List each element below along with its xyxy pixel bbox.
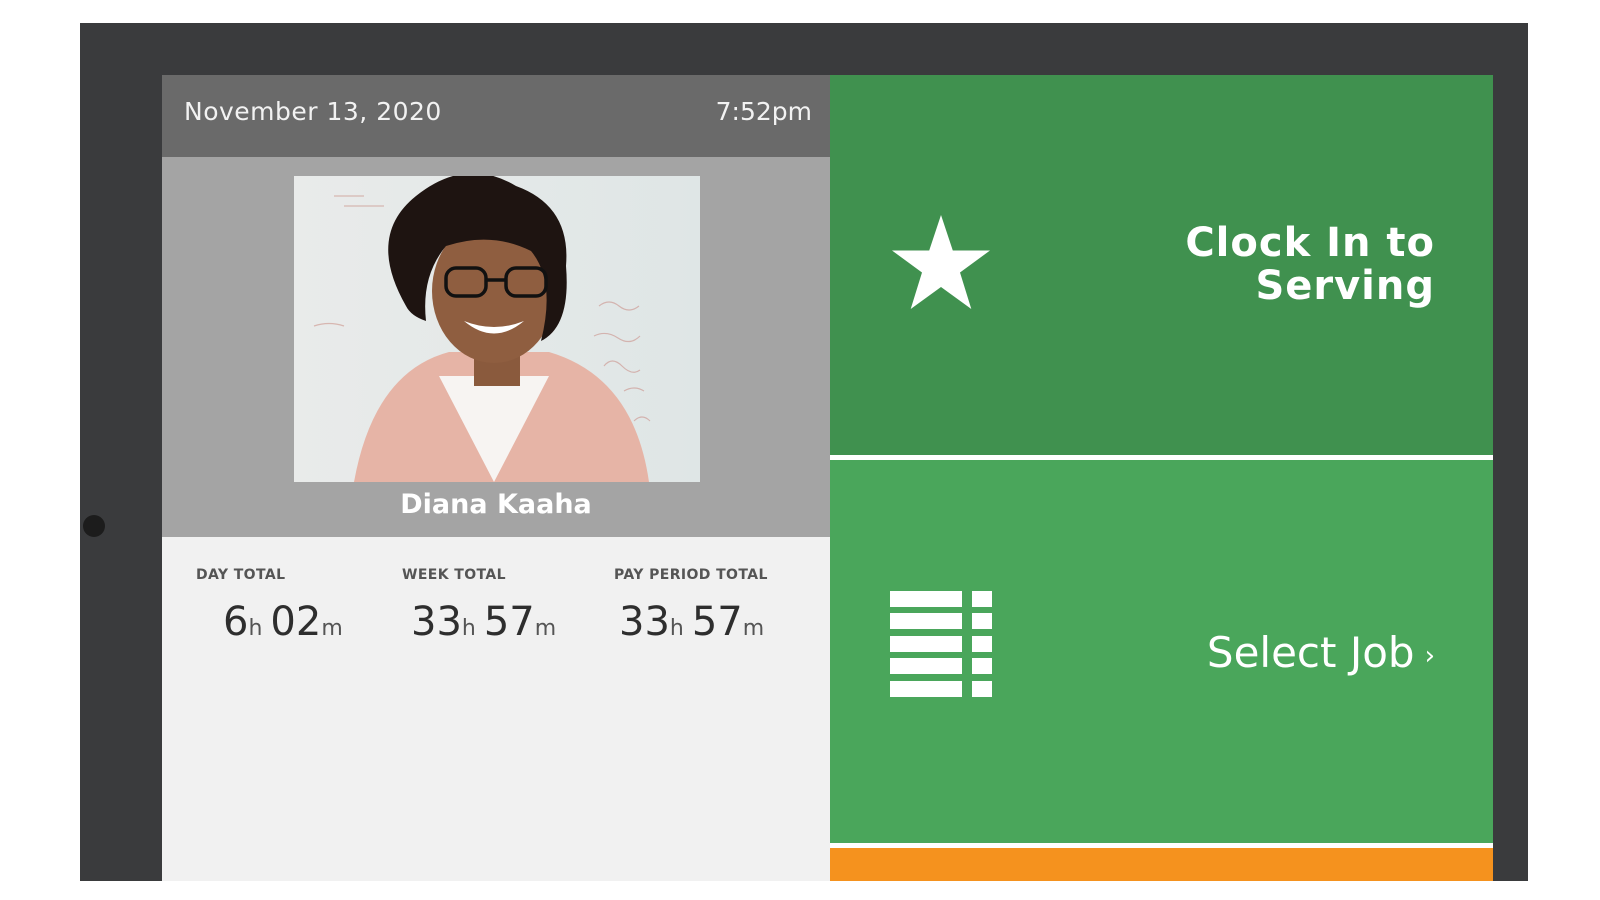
week-total-value: 33h 57m [411, 599, 556, 645]
day-total: DAY TOTAL 6h 02m [196, 567, 343, 645]
week-total-hours: 33 [411, 599, 462, 645]
pay-period-total: PAY PERIOD TOTAL 33h 57m [614, 567, 768, 645]
camera-dot [83, 515, 105, 537]
hours-unit: h [669, 616, 684, 641]
current-date: November 13, 2020 [184, 97, 442, 126]
employee-name: Diana Kaaha [400, 489, 592, 520]
current-time: 7:52pm [715, 97, 812, 126]
hours-unit: h [248, 616, 263, 641]
status-bar: November 13, 2020 7:52pm [162, 75, 830, 157]
pay-period-total-label: PAY PERIOD TOTAL [614, 567, 768, 583]
minutes-unit: m [742, 616, 765, 641]
day-total-label: DAY TOTAL [196, 567, 286, 583]
employee-panel: November 13, 2020 7:52pm Diana Kaaha DAY… [162, 75, 830, 881]
orange-action-button[interactable] [830, 848, 1493, 881]
select-job-button[interactable]: Select Job › [830, 460, 1493, 843]
list-icon [890, 591, 992, 697]
hours-unit: h [461, 616, 476, 641]
select-job-text: Select Job [1206, 628, 1415, 677]
day-total-hours: 6 [223, 599, 249, 645]
pay-period-total-value: 33h 57m [619, 599, 768, 645]
clock-in-label: Clock In to Serving [1055, 222, 1435, 308]
week-total: WEEK TOTAL 33h 57m [402, 567, 556, 645]
hours-totals: DAY TOTAL 6h 02m WEEK TOTAL 33h 57m PAY PE… [162, 537, 830, 881]
kiosk-screen: November 13, 2020 7:52pm Diana Kaaha DAY… [162, 75, 1493, 881]
select-job-label: Select Job › [1207, 628, 1435, 677]
action-panel: Clock In to Serving Select Job › [830, 75, 1493, 881]
minutes-unit: m [534, 616, 557, 641]
clock-in-label-line1: Clock In to [1185, 220, 1435, 266]
profile-area: Diana Kaaha [162, 157, 830, 537]
star-icon [892, 215, 990, 309]
chevron-right-icon: › [1424, 640, 1435, 671]
minutes-unit: m [321, 616, 343, 641]
employee-photo [294, 176, 700, 482]
day-total-minutes: 02 [270, 599, 322, 645]
pay-period-total-hours: 33 [619, 599, 670, 645]
pay-period-total-minutes: 57 [691, 599, 743, 645]
clock-in-button[interactable]: Clock In to Serving [830, 75, 1493, 455]
week-total-label: WEEK TOTAL [402, 567, 506, 583]
day-total-value: 6h 02m [223, 599, 343, 645]
week-total-minutes: 57 [483, 599, 535, 645]
clock-in-label-line2: Serving [1255, 263, 1435, 309]
